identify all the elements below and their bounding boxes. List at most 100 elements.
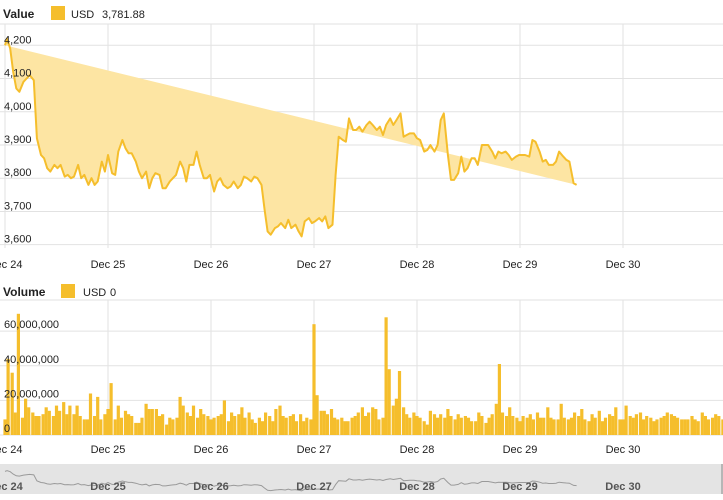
volume-bar bbox=[363, 416, 368, 435]
volume-bar bbox=[528, 414, 532, 435]
volume-bar bbox=[119, 417, 123, 435]
volume-bar bbox=[271, 421, 275, 435]
volume-bar bbox=[47, 410, 51, 435]
volume-bar bbox=[453, 419, 457, 435]
volume-bar bbox=[497, 364, 501, 435]
volume-bar bbox=[371, 407, 375, 435]
volume-bar bbox=[611, 416, 615, 435]
volume-bar bbox=[683, 419, 687, 435]
volume-bar bbox=[590, 414, 594, 435]
volume-x-tick-label: Dec 28 bbox=[400, 444, 435, 456]
volume-bar bbox=[127, 414, 131, 435]
volume-bar bbox=[109, 383, 113, 435]
volume-bar bbox=[96, 396, 100, 435]
volume-bar bbox=[436, 417, 440, 435]
volume-bar bbox=[494, 403, 498, 435]
volume-bar bbox=[490, 414, 494, 435]
volume-bar bbox=[412, 412, 416, 435]
volume-bar bbox=[154, 409, 158, 435]
volume-bar bbox=[577, 416, 581, 435]
volume-bar bbox=[226, 421, 231, 435]
volume-bar bbox=[325, 414, 329, 435]
navigator-tick-label: Dec 28 bbox=[399, 481, 434, 493]
y-tick-label: 4,200 bbox=[4, 34, 32, 46]
volume-bar bbox=[505, 416, 509, 435]
volume-bar bbox=[659, 417, 663, 435]
volume-bar bbox=[463, 416, 467, 435]
value-legend-swatch bbox=[51, 6, 65, 20]
volume-bar bbox=[474, 421, 478, 435]
volume-bar bbox=[511, 416, 515, 435]
volume-bar bbox=[281, 416, 285, 435]
volume-bar bbox=[381, 417, 385, 435]
volume-bar bbox=[711, 417, 715, 435]
volume-bar bbox=[374, 409, 378, 435]
x-tick-label: Dec 24 bbox=[0, 259, 22, 271]
x-tick-label: Dec 26 bbox=[194, 259, 229, 271]
volume-x-tick-label: Dec 25 bbox=[91, 444, 126, 456]
volume-bar bbox=[542, 417, 546, 435]
volume-bar bbox=[384, 317, 388, 435]
volume-bar bbox=[291, 414, 295, 435]
volume-bar bbox=[315, 395, 319, 435]
volume-bar bbox=[20, 417, 25, 435]
volume-bar bbox=[346, 421, 350, 435]
volume-bar bbox=[31, 412, 35, 435]
volume-bar bbox=[343, 421, 347, 435]
volume-bar bbox=[44, 407, 48, 435]
volume-bar bbox=[299, 414, 303, 435]
volume-bar bbox=[24, 398, 28, 435]
volume-bar bbox=[168, 417, 172, 435]
volume-bar bbox=[515, 417, 519, 435]
volume-bar bbox=[302, 421, 306, 435]
volume-legend-swatch bbox=[61, 284, 75, 298]
volume-bar bbox=[439, 414, 443, 435]
volume-bar bbox=[41, 414, 45, 435]
volume-bar bbox=[459, 417, 463, 435]
volume-bar bbox=[34, 416, 38, 435]
volume-bar bbox=[397, 371, 402, 435]
navigator-tick-label: Dec 27 bbox=[296, 481, 331, 493]
volume-bar bbox=[714, 414, 718, 435]
x-tick-label: Dec 29 bbox=[503, 259, 538, 271]
volume-bar bbox=[333, 417, 337, 435]
volume-bar bbox=[367, 412, 371, 435]
volume-bar bbox=[260, 421, 265, 435]
volume-bar bbox=[199, 409, 203, 435]
volume-bar bbox=[466, 417, 471, 435]
volume-bar bbox=[634, 414, 638, 435]
volume-bar bbox=[470, 421, 474, 435]
volume-bar bbox=[402, 407, 406, 435]
volume-y-tick-label: 60,000,000 bbox=[4, 319, 59, 331]
volume-bar bbox=[85, 419, 89, 435]
volume-bar bbox=[219, 414, 223, 435]
volume-bar bbox=[405, 414, 409, 435]
volume-bar bbox=[562, 417, 566, 435]
volume-bar bbox=[274, 409, 278, 435]
volume-bar bbox=[75, 405, 79, 435]
volume-bar bbox=[65, 414, 69, 435]
volume-bar bbox=[391, 405, 395, 435]
volume-bar bbox=[573, 412, 577, 435]
volume-bar bbox=[717, 416, 721, 435]
volume-bar bbox=[631, 417, 635, 435]
volume-bar bbox=[546, 407, 550, 435]
volume-bar bbox=[147, 409, 151, 435]
volume-bar bbox=[288, 416, 292, 435]
volume-bar bbox=[27, 407, 31, 435]
volume-bar bbox=[250, 419, 254, 435]
volume-bar bbox=[652, 421, 656, 435]
volume-bar bbox=[449, 416, 453, 435]
volume-bar bbox=[150, 409, 154, 435]
volume-bar bbox=[580, 409, 584, 435]
volume-bar bbox=[480, 416, 484, 435]
volume-bar bbox=[16, 313, 20, 435]
volume-bar bbox=[103, 414, 107, 435]
volume-bar bbox=[233, 416, 237, 435]
volume-bar bbox=[284, 417, 288, 435]
volume-bar bbox=[356, 412, 360, 435]
volume-bar bbox=[535, 412, 540, 435]
volume-bar bbox=[68, 405, 72, 435]
volume-bar bbox=[487, 417, 491, 435]
volume-bar bbox=[268, 416, 272, 435]
